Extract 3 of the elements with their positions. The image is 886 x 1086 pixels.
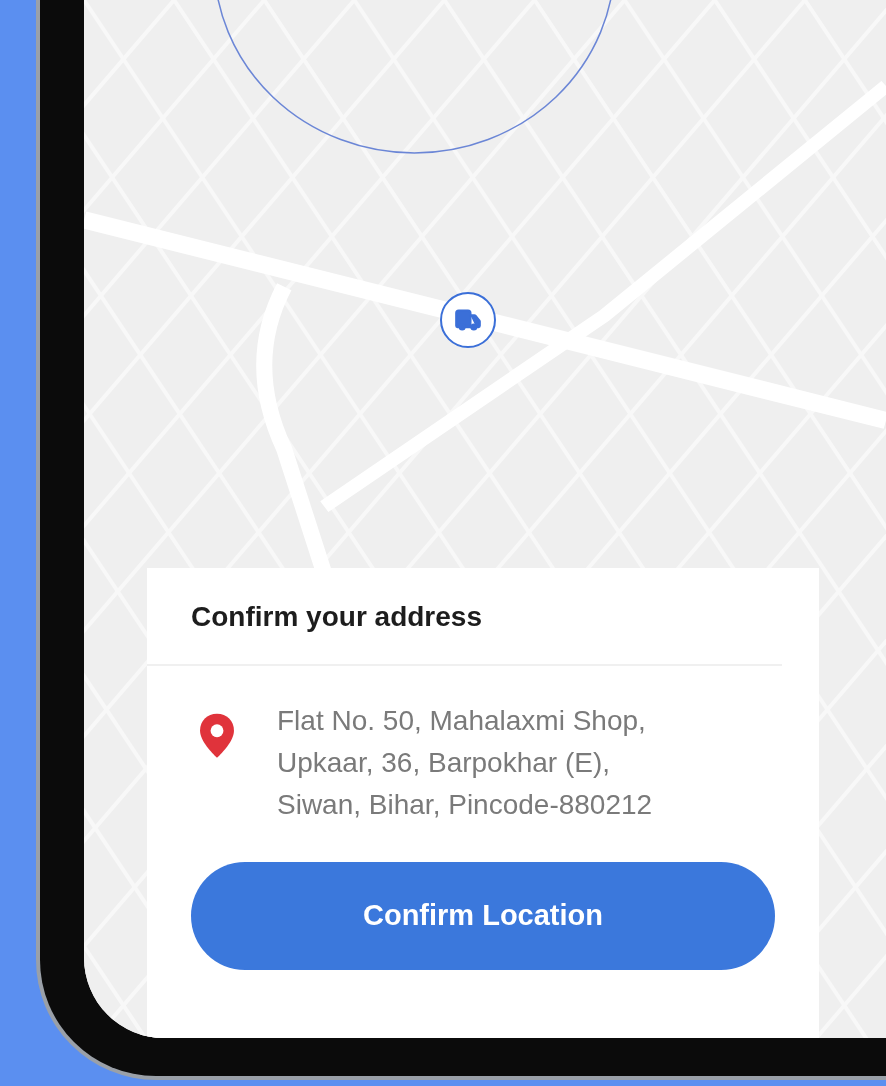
confirm-location-button[interactable]: Confirm Location [191, 862, 775, 970]
card-title: Confirm your address [190, 600, 483, 634]
address-text: Flat No. 50, Mahalaxmi Shop, Upkaar, 36, Barpokhar (E), Siwan, Bihar, Pincode-880212 [277, 704, 654, 822]
